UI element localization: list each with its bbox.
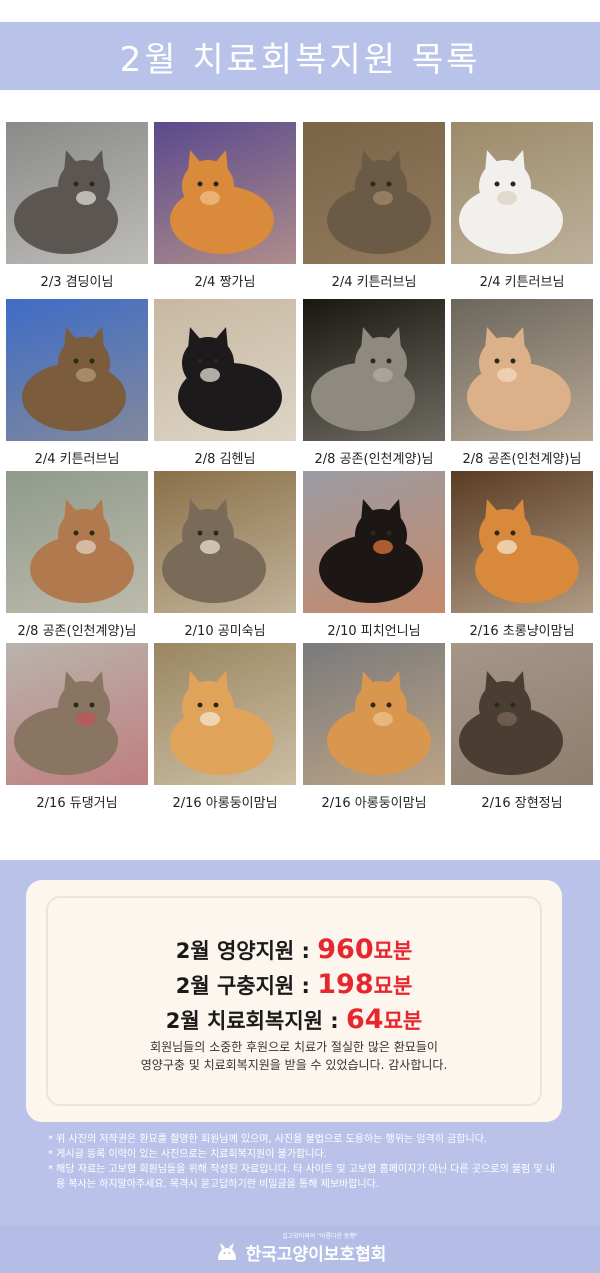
cat-caption: 2/8 공존(인천계양)님 <box>314 452 434 467</box>
treatment-stat: 2월 치료회복지원 : 64묘분 <box>48 1004 540 1035</box>
nutrition-stat: 2월 영양지원 : 960묘분 <box>48 934 540 965</box>
cat-photo <box>154 122 296 264</box>
cat-photo-card: 2/16 장현정님 <box>451 643 593 811</box>
cat-photo-card: 2/16 아롱둥이맘님 <box>303 643 445 811</box>
cat-caption: 2/8 김헨님 <box>194 452 256 467</box>
treatment-value: 64 <box>345 1004 384 1035</box>
thanks-line-1: 회원님들의 소중한 후원으로 치료가 절실한 많은 환묘들이 <box>150 1040 438 1054</box>
copyright-notes: * 위 사진의 저작권은 환묘를 촬영한 회원님께 있으며, 사진을 불법으로 … <box>48 1132 558 1192</box>
cat-photo <box>6 122 148 264</box>
cat-photo <box>154 471 296 613</box>
page-header: 2월 치료회복지원 목록 <box>0 22 600 90</box>
note-item: * 게시글 등록 이력이 있는 사진으로는 치료회복지원이 불가합니다. <box>48 1149 327 1160</box>
deworming-stat: 2월 구충지원 : 198묘분 <box>48 969 540 1000</box>
cat-photo-card: 2/8 김헨님 <box>154 299 296 467</box>
brand-name: 한국고양이보호협회 <box>245 1245 387 1265</box>
cat-photo <box>451 471 593 613</box>
cat-logo-icon <box>214 1241 240 1265</box>
cat-photo-card: 2/3 겸딩이님 <box>6 122 148 290</box>
cat-photo <box>451 643 593 785</box>
cat-caption: 2/16 초롱냥이맘님 <box>469 624 575 639</box>
nutrition-value: 960 <box>317 934 374 965</box>
thanks-message: 회원님들의 소중한 후원으로 치료가 절실한 많은 환묘들이 영양구충 및 치료… <box>48 1038 540 1074</box>
deworming-label: 2월 구충지원 : <box>175 974 318 998</box>
cat-photo <box>154 299 296 441</box>
treatment-unit: 묘분 <box>383 1009 423 1033</box>
cat-photo <box>154 643 296 785</box>
nutrition-unit: 묘분 <box>373 939 413 963</box>
note-item: * 위 사진의 저작권은 환묘를 촬영한 회원님께 있으며, 사진을 불법으로 … <box>48 1134 488 1145</box>
cat-caption: 2/16 아롱둥이맘님 <box>172 796 278 811</box>
cat-photo-card: 2/16 듀댕거님 <box>6 643 148 811</box>
cat-photo-card: 2/8 공존(인천계양)님 <box>303 299 445 467</box>
cat-caption: 2/10 공미숙님 <box>184 624 266 639</box>
cat-caption: 2/4 짱가님 <box>194 275 256 290</box>
cat-photo <box>303 122 445 264</box>
cat-photo <box>303 299 445 441</box>
brand-logo: 한국고양이보호협회 <box>0 1240 600 1265</box>
summary-card: 2월 영양지원 : 960묘분 2월 구충지원 : 198묘분 2월 치료회복지… <box>26 880 562 1122</box>
deworming-unit: 묘분 <box>373 974 413 998</box>
cat-photo <box>6 643 148 785</box>
cat-photo-card: 2/4 키튼러브님 <box>6 299 148 467</box>
nutrition-label: 2월 영양지원 : <box>175 939 318 963</box>
cat-photo-card: 2/10 공미숙님 <box>154 471 296 639</box>
cat-photo <box>451 299 593 441</box>
note-item: * 해당 자료는 고보협 회원님들을 위해 작성된 자료입니다. 타 사이트 및… <box>48 1164 555 1190</box>
summary-section: 2월 영양지원 : 960묘분 2월 구충지원 : 198묘분 2월 치료회복지… <box>0 860 600 1225</box>
cat-caption: 2/16 듀댕거님 <box>36 796 118 811</box>
footer: 길고양이와의 "아름다운 동행" 한국고양이보호협회 <box>0 1225 600 1273</box>
cat-photo-card: 2/16 아롱둥이맘님 <box>154 643 296 811</box>
treatment-label: 2월 치료회복지원 : <box>165 1009 346 1033</box>
deworming-value: 198 <box>317 969 374 1000</box>
cat-photo-card: 2/8 공존(인천계양)님 <box>6 471 148 639</box>
cat-photo <box>6 299 148 441</box>
cat-photo-card: 2/4 키튼러브님 <box>303 122 445 290</box>
cat-caption: 2/8 공존(인천계양)님 <box>462 452 582 467</box>
cat-caption: 2/16 아롱둥이맘님 <box>321 796 427 811</box>
cat-caption: 2/10 피치언니님 <box>327 624 421 639</box>
page-title: 2월 치료회복지원 목록 <box>119 39 481 80</box>
cat-photo <box>303 471 445 613</box>
cat-photo <box>451 122 593 264</box>
summary-card-inner: 2월 영양지원 : 960묘분 2월 구충지원 : 198묘분 2월 치료회복지… <box>46 896 542 1106</box>
cat-caption: 2/4 키튼러브님 <box>331 275 417 290</box>
footer-tagline: 길고양이와의 "아름다운 동행" <box>282 1233 358 1240</box>
cat-photo <box>6 471 148 613</box>
cat-caption: 2/8 공존(인천계양)님 <box>17 624 137 639</box>
cat-photo-card: 2/10 피치언니님 <box>303 471 445 639</box>
cat-caption: 2/16 장현정님 <box>481 796 563 811</box>
cat-photo-card: 2/16 초롱냥이맘님 <box>451 471 593 639</box>
cat-photo-card: 2/4 키튼러브님 <box>451 122 593 290</box>
cat-photo <box>303 643 445 785</box>
cat-photo-card: 2/8 공존(인천계양)님 <box>451 299 593 467</box>
thanks-line-2: 영양구충 및 치료회복지원을 받을 수 있었습니다. 감사합니다. <box>140 1058 448 1072</box>
cat-caption: 2/4 키튼러브님 <box>479 275 565 290</box>
cat-photo-card: 2/4 짱가님 <box>154 122 296 290</box>
cat-caption: 2/3 겸딩이님 <box>40 275 114 290</box>
cat-caption: 2/4 키튼러브님 <box>34 452 120 467</box>
